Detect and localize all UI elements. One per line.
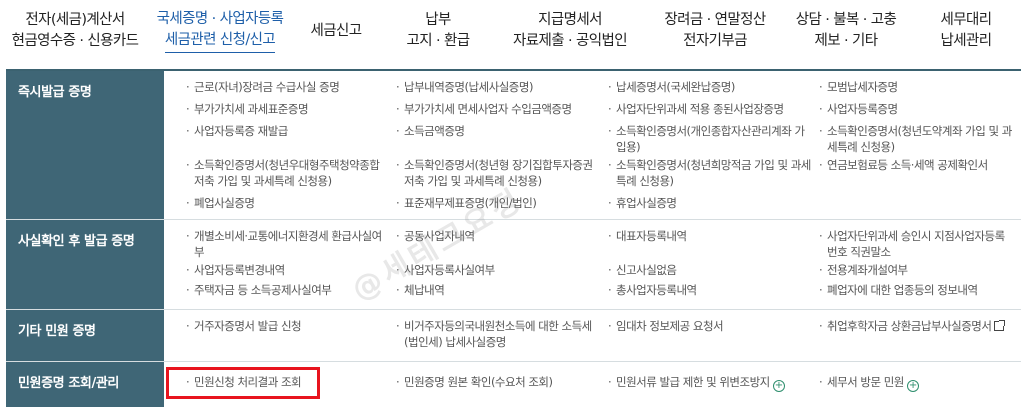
menu-link-expandable[interactable]: 세무서 방문 민원+ xyxy=(819,374,1012,392)
menu-link[interactable]: 거주자증명서 발급 신청 xyxy=(186,318,384,334)
menu-link[interactable]: 사업자등록변경내역 xyxy=(186,262,384,278)
menu-link[interactable]: 휴업사실증명 xyxy=(608,195,806,211)
menu-link[interactable]: 사업자단위과세 적용 종된사업장증명 xyxy=(608,101,806,117)
menu-link[interactable]: 주택자금 등 소득공제사실여부 xyxy=(186,282,389,298)
menu-link-label: 세무서 방문 민원 xyxy=(827,375,904,389)
menu-link[interactable]: 체납내역 xyxy=(396,282,594,298)
menu-link[interactable]: 소득확인증명서(청년희망적금 가입 및 과세특례 신청용) xyxy=(608,157,811,189)
plus-icon[interactable]: + xyxy=(906,380,919,392)
nav-label-line2: 자료제출 · 공익법인 xyxy=(513,33,628,49)
highlight-box xyxy=(166,367,320,399)
table-row: 기타 민원 증명 거주자증명서 발급 신청 비거주자등의국내원천소득에 대한 소… xyxy=(6,310,1021,362)
menu-link[interactable]: 납부내역증명(납세사실증명) xyxy=(396,79,594,95)
row-body: 근로(자녀)장려금 수급사실 증명 납부내역증명(납세사실증명) 납세증명서(국… xyxy=(164,71,1021,219)
table-row: 즉시발급 증명 근로(자녀)장려금 수급사실 증명 납부내역증명(납세사실증명)… xyxy=(6,71,1021,220)
nav-label-line1: 세금신고 xyxy=(310,22,363,39)
menu-link[interactable]: 사업자등록증명 xyxy=(819,101,1007,117)
menu-link[interactable]: 소득확인증명서(청년도약계좌 가입 및 과세특례 신청용) xyxy=(819,123,1012,155)
menu-table: 즉시발급 증명 근로(자녀)장려금 수급사실 증명 납부내역증명(납세사실증명)… xyxy=(6,69,1021,407)
menu-link[interactable]: 소득금액증명 xyxy=(396,123,594,139)
nav-label-line1: 납부 xyxy=(425,12,451,28)
nav-certificate-registration[interactable]: 국세증명 · 사업자등록 세금관련 신청/신고 xyxy=(150,0,290,62)
row-header: 기타 민원 증명 xyxy=(6,310,164,361)
menu-link[interactable]: 공동사업자내역 xyxy=(396,228,594,244)
menu-link-label: 민원서류 발급 제한 및 위변조방지 xyxy=(616,375,770,389)
nav-incentive-settlement[interactable]: 장려금 · 연말정산 전자기부금 xyxy=(646,0,784,62)
menu-link[interactable]: 표준재무제표증명(개인/법인) xyxy=(396,195,594,211)
menu-link-label: 취업후학자금 상환금납부사실증명서 xyxy=(827,319,992,333)
nav-label-line2: 현금영수증 · 신용카드 xyxy=(11,33,139,49)
plus-icon[interactable]: + xyxy=(772,380,785,392)
top-navigation: 전자(세금)계산서 현금영수증 · 신용카드 국세증명 · 사업자등록 세금관련… xyxy=(0,0,1024,62)
nav-payment[interactable]: 납부 고지 · 환급 xyxy=(382,0,494,62)
menu-link[interactable]: 임대차 정보제공 요청서 xyxy=(608,318,806,334)
nav-label-line1: 국세증명 · 사업자등록 xyxy=(156,11,284,27)
nav-consultation[interactable]: 상담 · 불복 · 고충 제보 · 기타 xyxy=(784,0,908,62)
menu-link[interactable]: 사업자등록사실여부 xyxy=(396,262,594,278)
external-link-icon xyxy=(994,320,1006,331)
menu-link-external[interactable]: 취업후학자금 상환금납부사실증명서 xyxy=(819,318,1017,334)
nav-tax-return[interactable]: 세금신고 xyxy=(290,0,382,62)
row-body: 개별소비세·교통에너지환경세 환급사실여부 공동사업자내역 대표자등록내역 사업… xyxy=(164,220,1021,309)
menu-link[interactable]: 연금보험료등 소득·세액 공제확인서 xyxy=(819,157,1012,173)
menu-link[interactable]: 소득확인증명서(개인종합자산관리계좌 가입용) xyxy=(608,123,808,155)
menu-link[interactable]: 폐업사실증명 xyxy=(186,195,384,211)
menu-link[interactable]: 민원증명 원본 확인(수요처 조회) xyxy=(396,374,604,390)
nav-label-line1: 전자(세금)계산서 xyxy=(25,12,125,28)
menu-link[interactable]: 부가가치세 면세사업자 수입금액증명 xyxy=(396,101,599,117)
table-row: 민원증명 조회/관리 민원신청 처리결과 조회 민원증명 원본 확인(수요처 조… xyxy=(6,362,1021,407)
row-header: 즉시발급 증명 xyxy=(6,71,164,219)
menu-link[interactable]: 근로(자녀)장려금 수급사실 증명 xyxy=(186,79,384,95)
row-header: 민원증명 조회/관리 xyxy=(6,362,164,407)
menu-link[interactable]: 개별소비세·교통에너지환경세 환급사실여부 xyxy=(186,228,386,260)
menu-link[interactable]: 사업자등록증 재발급 xyxy=(186,123,384,139)
menu-link[interactable]: 전용계좌개설여부 xyxy=(819,262,1012,278)
menu-link[interactable]: 대표자등록내역 xyxy=(608,228,806,244)
menu-link-expandable[interactable]: 민원서류 발급 제한 및 위변조방지+ xyxy=(608,374,816,392)
nav-label-line2: 전자기부금 xyxy=(683,33,747,49)
menu-link[interactable]: 소득확인증명서(청년우대형주택청약종합저축 가입 및 과세특례 신청용) xyxy=(186,157,389,189)
menu-link[interactable]: 비거주자등의국내원천소득에 대한 소득세(법인세) 납세사실증명 xyxy=(396,318,599,350)
nav-label-line2: 제보 · 기타 xyxy=(814,33,879,49)
table-row: 사실확인 후 발급 증명 개별소비세·교통에너지환경세 환급사실여부 공동사업자… xyxy=(6,220,1021,310)
nav-label-line1: 장려금 · 연말정산 xyxy=(664,12,766,28)
nav-tax-agent[interactable]: 세무대리 납세관리 xyxy=(908,0,1024,62)
row-header: 사실확인 후 발급 증명 xyxy=(6,220,164,309)
nav-label-line2: 납세관리 xyxy=(940,33,993,49)
nav-label-line2: 세금관련 신청/신고 xyxy=(164,30,276,53)
menu-link[interactable]: 모범납세자증명 xyxy=(819,79,1007,95)
nav-label-line1: 상담 · 불복 · 고충 xyxy=(795,12,897,28)
nav-payment-statement[interactable]: 지급명세서 자료제출 · 공익법인 xyxy=(494,0,646,62)
nav-label-line1: 세무대리 xyxy=(940,12,993,28)
nav-label-line1: 지급명세서 xyxy=(538,12,602,28)
menu-link[interactable]: 납세증명서(국세완납증명) xyxy=(608,79,806,95)
menu-link[interactable]: 신고사실없음 xyxy=(608,262,806,278)
menu-link[interactable]: 총사업자등록내역 xyxy=(608,282,806,298)
row-body: 거주자증명서 발급 신청 비거주자등의국내원천소득에 대한 소득세(법인세) 납… xyxy=(164,310,1021,361)
menu-link[interactable]: 소득확인증명서(청년형 장기집합투자증권저축 가입 및 과세특례 신청용) xyxy=(396,157,599,189)
menu-link[interactable]: 부가가치세 과세표준증명 xyxy=(186,101,384,117)
nav-e-invoice[interactable]: 전자(세금)계산서 현금영수증 · 신용카드 xyxy=(0,0,150,62)
menu-link[interactable]: 폐업자에 대한 업종등의 정보내역 xyxy=(819,282,1012,298)
nav-label-line2: 고지 · 환급 xyxy=(406,33,471,49)
menu-link[interactable]: 사업자단위과세 승인시 지점사업자등록번호 직권말소 xyxy=(819,228,1012,260)
